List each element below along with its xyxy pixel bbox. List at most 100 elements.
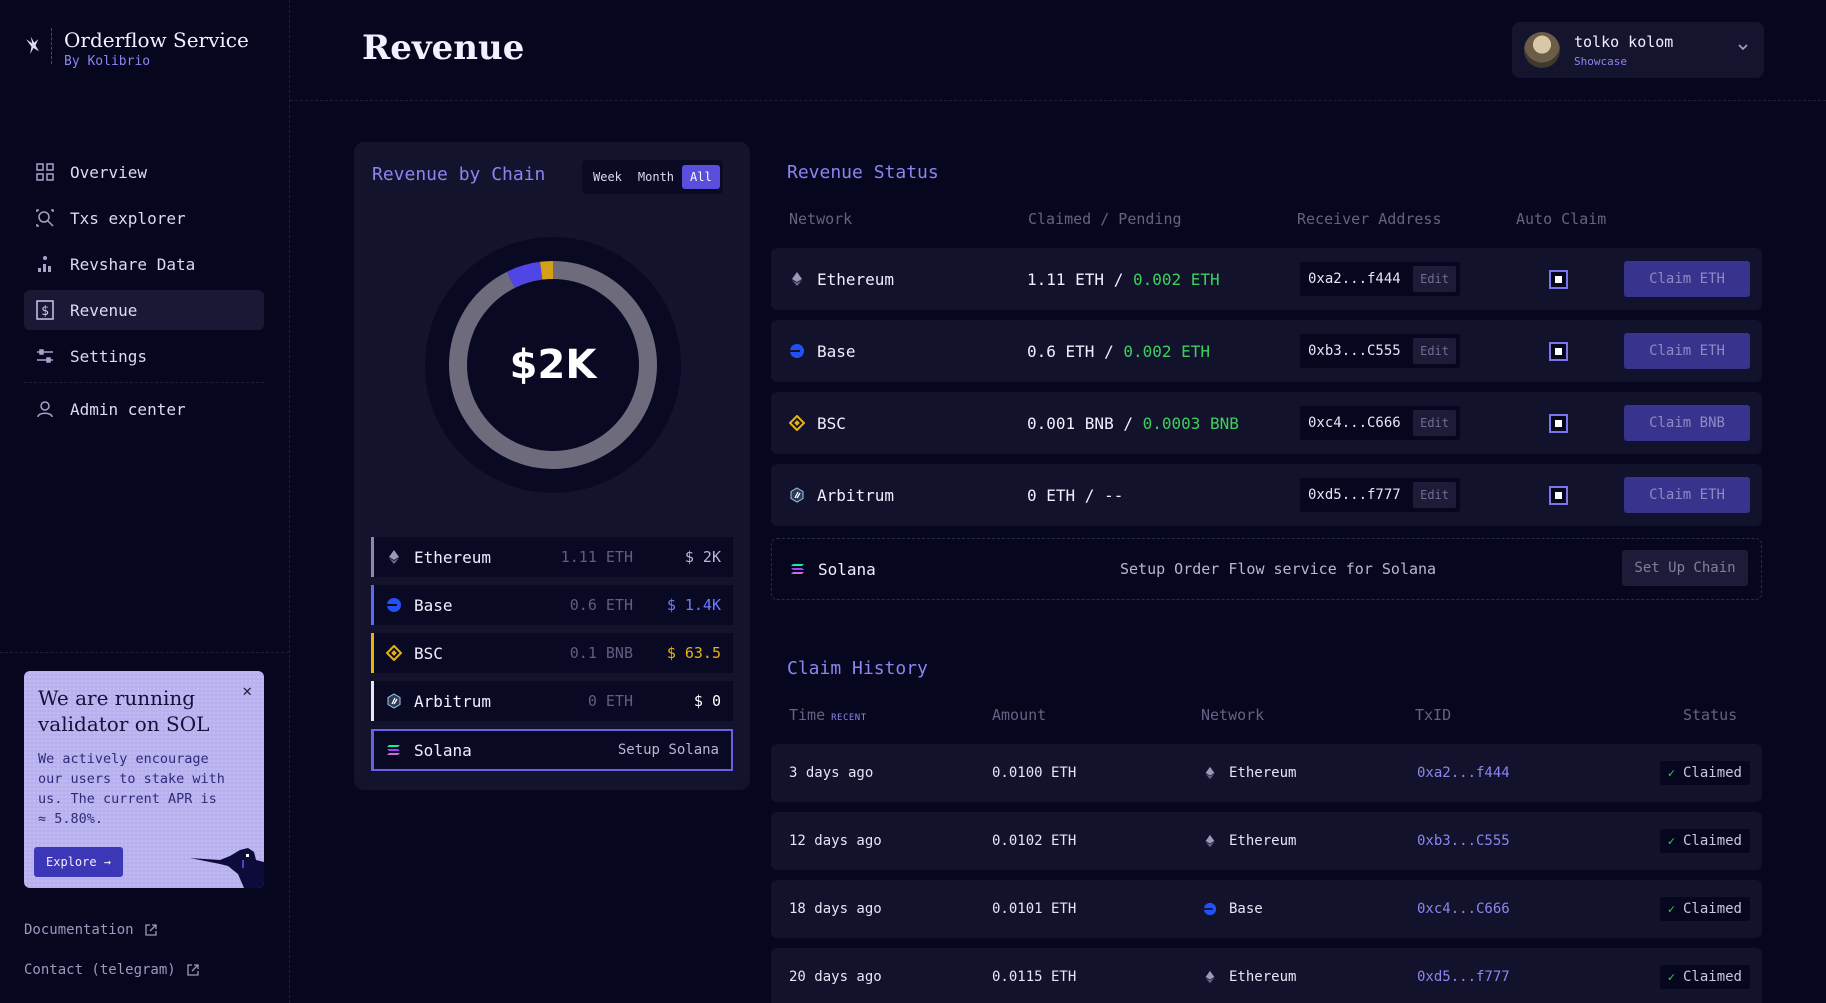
txid-link[interactable]: 0xa2...f444 xyxy=(1417,744,1510,802)
brand[interactable]: Orderflow Service By Kolibrio xyxy=(24,28,249,69)
status-badge: ✓ Claimed xyxy=(1659,761,1750,785)
network-name: Ethereum xyxy=(1229,833,1297,849)
column-header-amount: Amount xyxy=(992,706,1047,724)
status-badge: ✓ Claimed xyxy=(1659,897,1750,921)
chain-row-ethereum[interactable]: Ethereum 1.11 ETH $ 2K xyxy=(371,537,733,577)
nav-item-revenue[interactable]: $ Revenue xyxy=(24,290,264,330)
contact-telegram-link[interactable]: Contact (telegram) xyxy=(24,962,200,978)
status-row-arbitrum: Arbitrum 0 ETH / -- 0xd5...f777 Edit Clai… xyxy=(771,464,1762,526)
amount-separator: / -- xyxy=(1075,485,1124,505)
setup-solana-link[interactable]: Setup Solana xyxy=(618,742,719,758)
network-name: BSC xyxy=(817,413,846,433)
txid-link[interactable]: 0xc4...C666 xyxy=(1417,880,1510,938)
nav-item-admin-center[interactable]: Admin center xyxy=(24,389,264,429)
sidebar: Orderflow Service By Kolibrio Overview T… xyxy=(0,0,290,1003)
nav-item-revshare-data[interactable]: Revshare Data xyxy=(24,244,264,284)
grid-icon xyxy=(34,161,56,183)
page-title: Revenue xyxy=(362,28,525,68)
chain-amount: 0.1 BNB xyxy=(569,644,633,662)
column-header-receiver-address: Receiver Address xyxy=(1297,210,1442,228)
address-text: 0xc4...C666 xyxy=(1308,415,1401,431)
revenue-by-chain-card: Revenue by Chain Week Month All $2K Ethe… xyxy=(354,142,750,790)
chain-list: Ethereum 1.11 ETH $ 2K Base 0.6 ETH $ 1.… xyxy=(371,537,733,779)
chart-icon xyxy=(34,253,56,275)
history-time: 18 days ago xyxy=(789,901,882,917)
auto-claim-checkbox[interactable] xyxy=(1549,342,1568,361)
base-icon xyxy=(790,344,804,358)
claim-button[interactable]: Claim ETH xyxy=(1624,261,1750,297)
documentation-link[interactable]: Documentation xyxy=(24,922,158,938)
edit-address-button[interactable]: Edit xyxy=(1413,338,1456,364)
close-icon[interactable]: ✕ xyxy=(242,681,252,700)
chain-name: Base xyxy=(414,595,453,615)
check-icon: ✓ xyxy=(1667,970,1675,984)
amount-separator: / xyxy=(1094,341,1124,361)
claim-button[interactable]: Claim BNB xyxy=(1624,405,1750,441)
chain-usd: $ 0 xyxy=(693,692,721,710)
set-up-chain-button[interactable]: Set Up Chain xyxy=(1622,550,1748,586)
nav-item-txs-explorer[interactable]: Txs explorer xyxy=(24,198,264,238)
chain-row-arbitrum[interactable]: Arbitrum 0 ETH $ 0 xyxy=(371,681,733,721)
user-icon xyxy=(34,398,56,420)
claimed-amount: 0.001 BNB xyxy=(1027,413,1114,433)
chain-name: BSC xyxy=(414,643,443,663)
chain-usd: $ 1.4K xyxy=(666,596,721,614)
ethereum-icon xyxy=(1205,766,1215,780)
column-header-txid: TxID xyxy=(1415,706,1452,724)
nav-item-settings[interactable]: Settings xyxy=(24,336,264,376)
status-row-ethereum: Ethereum 1.11 ETH / 0.002 ETH 0xa2...f44… xyxy=(771,248,1762,310)
main-nav: Overview Txs explorer Revshare Data $ Re… xyxy=(24,152,264,435)
promo-title: We are running validator on SOL xyxy=(38,686,210,736)
receiver-address: 0xa2...f444 Edit xyxy=(1300,262,1460,296)
auto-claim-checkbox[interactable] xyxy=(1549,270,1568,289)
arbitrum-icon xyxy=(790,487,804,503)
status-badge: ✓ Claimed xyxy=(1659,829,1750,853)
chain-amount: 1.11 ETH xyxy=(560,548,633,566)
chain-row-bsc[interactable]: BSC 0.1 BNB $ 63.5 xyxy=(371,633,733,673)
history-time: 12 days ago xyxy=(789,833,882,849)
txid-link[interactable]: 0xb3...C555 xyxy=(1417,812,1510,870)
user-menu[interactable]: tolko kolom Showcase xyxy=(1512,22,1764,78)
column-header-claimed-pending: Claimed / Pending xyxy=(1028,210,1182,228)
history-amount: 0.0115 ETH xyxy=(992,969,1077,985)
address-text: 0xa2...f444 xyxy=(1308,271,1401,287)
ethereum-icon xyxy=(792,272,802,286)
chain-row-base[interactable]: Base 0.6 ETH $ 1.4K xyxy=(371,585,733,625)
network-name: Base xyxy=(1229,901,1263,917)
period-month-button[interactable]: Month xyxy=(630,165,682,189)
period-all-button[interactable]: All xyxy=(682,165,720,189)
txid-link[interactable]: 0xd5...f777 xyxy=(1417,948,1510,1003)
column-header-network: Network xyxy=(1201,706,1265,724)
revenue-total: $2K xyxy=(509,342,597,388)
bsc-icon xyxy=(386,645,402,661)
solana-setup-description: Setup Order Flow service for Solana xyxy=(1120,560,1437,578)
explore-button[interactable]: Explore → xyxy=(34,847,124,877)
chevron-down-icon xyxy=(1738,44,1748,51)
edit-address-button[interactable]: Edit xyxy=(1413,266,1456,292)
address-text: 0xb3...C555 xyxy=(1308,343,1401,359)
claim-button[interactable]: Claim ETH xyxy=(1624,333,1750,369)
pending-amount: 0.0003 BNB xyxy=(1142,413,1239,433)
edit-address-button[interactable]: Edit xyxy=(1413,410,1456,436)
brand-subtitle: By Kolibrio xyxy=(64,54,151,69)
history-amount: 0.0101 ETH xyxy=(992,901,1077,917)
column-header-status: Status xyxy=(1683,706,1738,724)
solana-icon xyxy=(791,564,804,574)
network-name: Ethereum xyxy=(1229,969,1297,985)
edit-address-button[interactable]: Edit xyxy=(1413,482,1456,508)
bsc-icon xyxy=(789,415,805,431)
period-week-button[interactable]: Week xyxy=(585,165,630,189)
status-row-solana: Solana Setup Order Flow service for Sola… xyxy=(771,538,1762,600)
auto-claim-checkbox[interactable] xyxy=(1549,486,1568,505)
auto-claim-checkbox[interactable] xyxy=(1549,414,1568,433)
nav-item-overview[interactable]: Overview xyxy=(24,152,264,192)
amount-separator: / xyxy=(1113,413,1143,433)
nav-label: Admin center xyxy=(70,399,186,419)
network-name: Solana xyxy=(818,559,876,579)
nav-label: Revenue xyxy=(70,300,138,320)
receiver-address: 0xd5...f777 Edit xyxy=(1300,478,1460,512)
claim-button[interactable]: Claim ETH xyxy=(1624,477,1750,513)
column-header-time[interactable]: Time RECENT xyxy=(789,706,867,724)
user-name: tolko kolom xyxy=(1574,32,1674,51)
chain-row-solana[interactable]: Solana Setup Solana xyxy=(371,729,733,771)
